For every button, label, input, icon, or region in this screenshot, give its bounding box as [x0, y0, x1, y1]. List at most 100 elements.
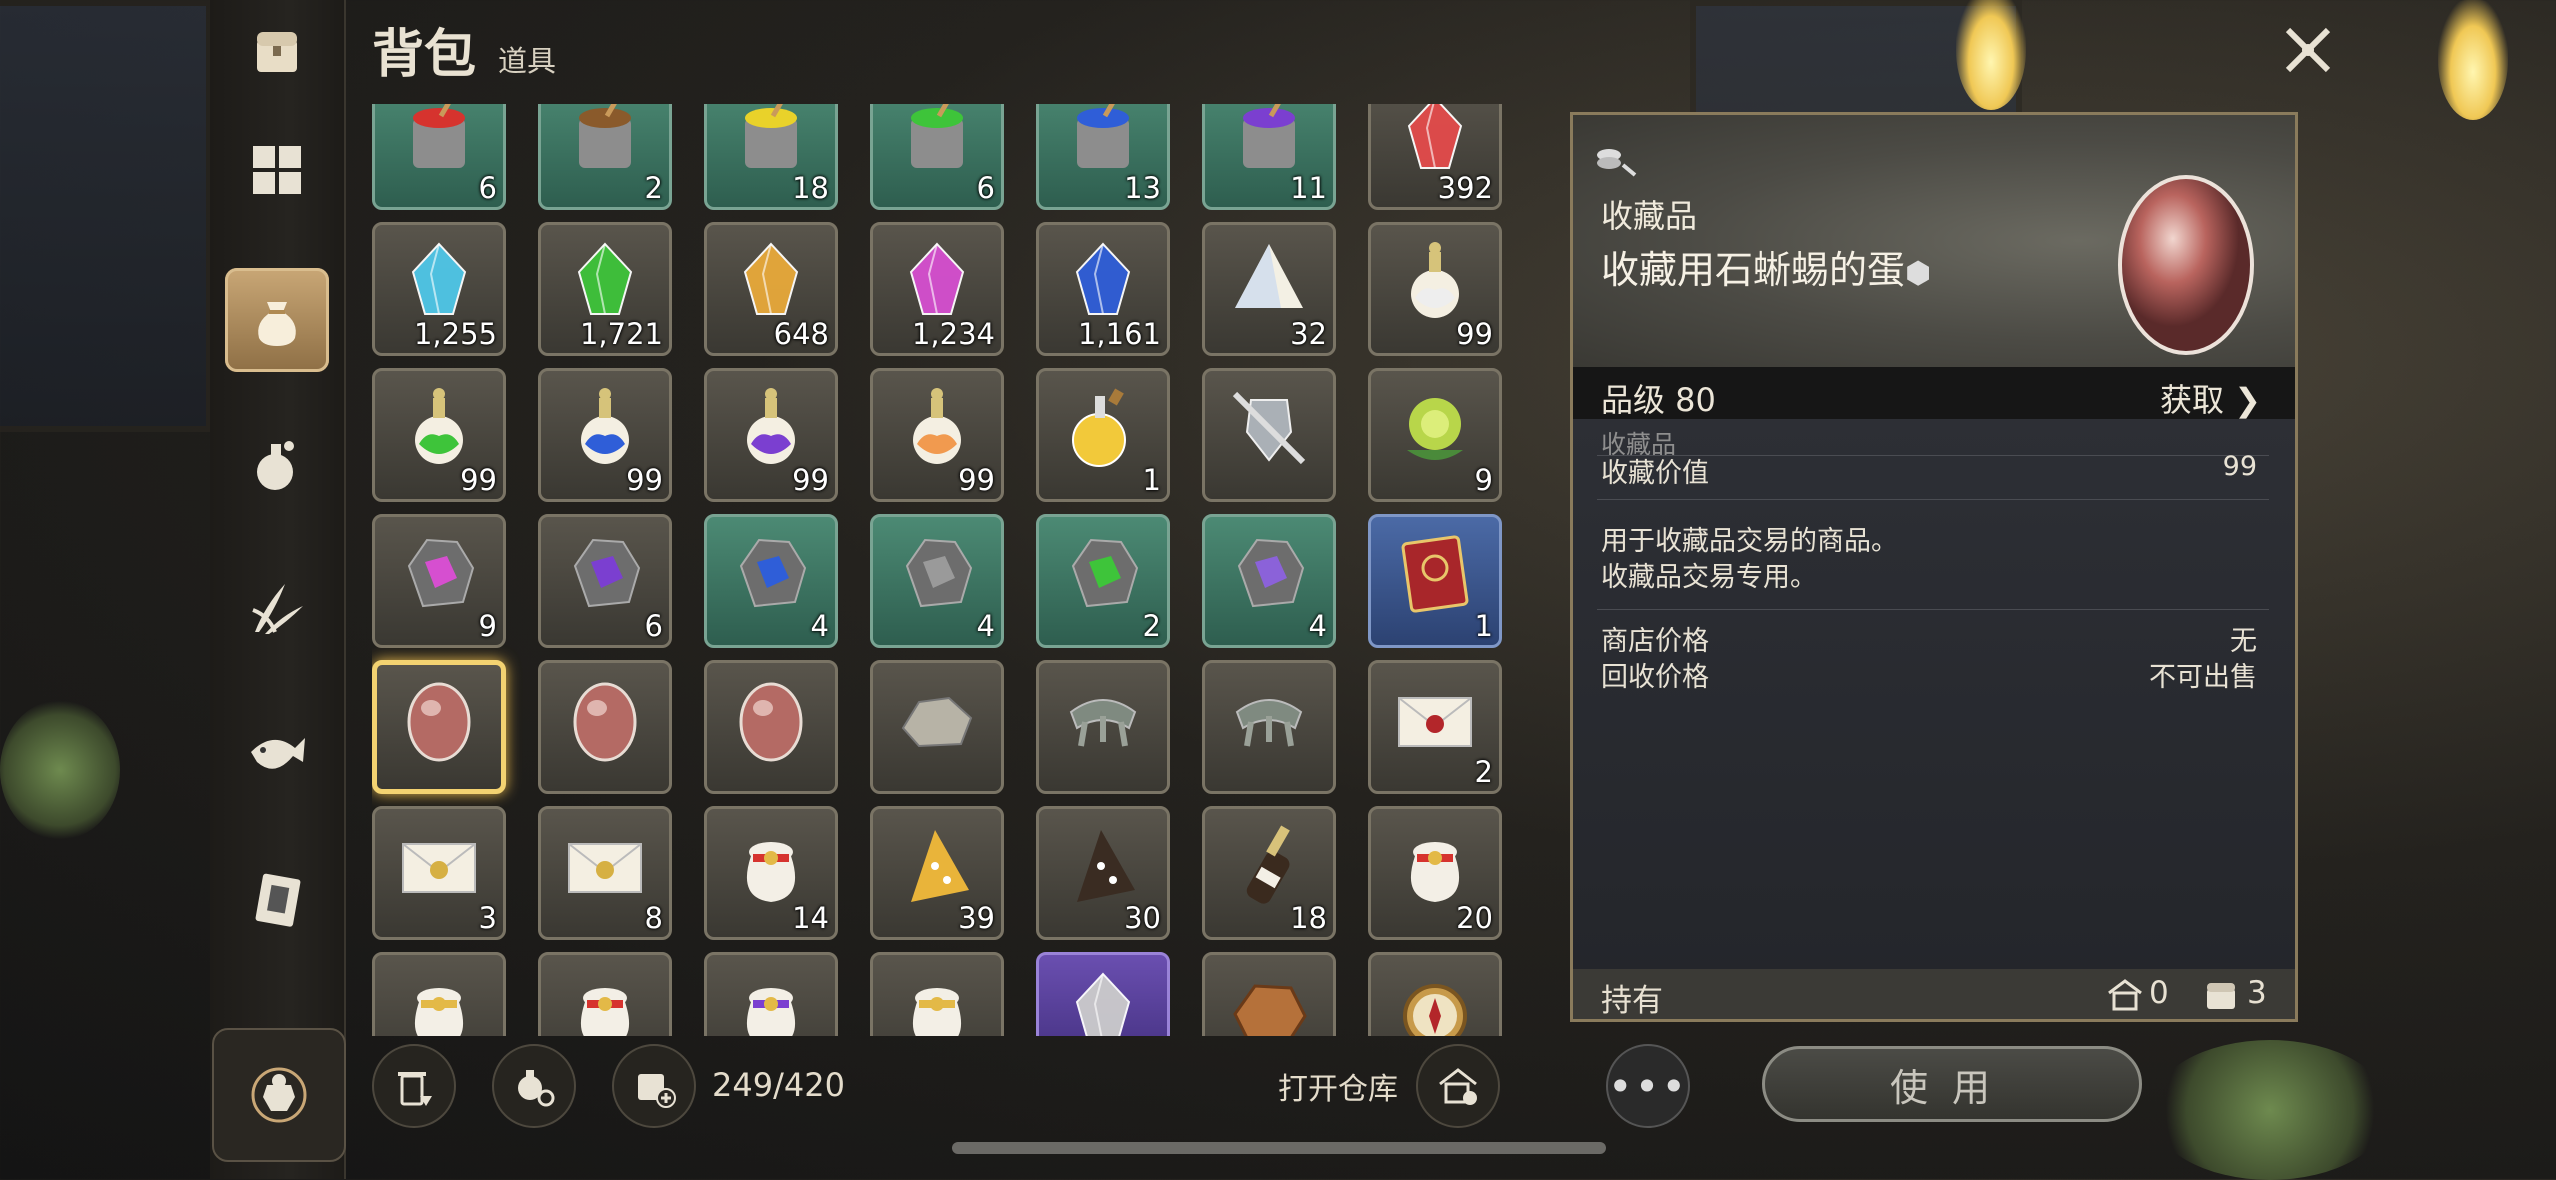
- inventory-slot[interactable]: [1202, 952, 1336, 1036]
- inventory-slot[interactable]: 2: [538, 104, 672, 210]
- inventory-slot[interactable]: [704, 952, 838, 1036]
- auto-use-button[interactable]: [492, 1044, 576, 1128]
- inventory-slot[interactable]: [1202, 368, 1336, 502]
- background-window-left: [0, 0, 212, 432]
- inventory-slot[interactable]: 392: [1368, 104, 1502, 210]
- bag-expand-icon: [638, 1074, 676, 1108]
- item-quantity: 9: [1474, 463, 1493, 497]
- close-icon[interactable]: [2278, 20, 2338, 80]
- page-subtitle-tab[interactable]: 道具: [498, 38, 556, 80]
- inventory-slot[interactable]: 4: [704, 514, 838, 648]
- inventory-slot[interactable]: 13: [1036, 104, 1170, 210]
- acquire-link[interactable]: 获取 ❯: [2160, 375, 2261, 421]
- item-name: 收藏用石蜥蜴的蛋⬢: [1601, 248, 1932, 292]
- inventory-slot[interactable]: [538, 952, 672, 1036]
- inventory-slot[interactable]: 6: [538, 514, 672, 648]
- hold-warehouse-count: 0: [2149, 975, 2169, 1011]
- inventory-slot[interactable]: 8: [538, 806, 672, 940]
- item-quantity: 30: [1124, 901, 1161, 935]
- nav-equipment-button[interactable]: [212, 1028, 346, 1162]
- inventory-slot[interactable]: [372, 952, 506, 1036]
- inventory-slot[interactable]: 6: [372, 104, 506, 210]
- inventory-slot[interactable]: 99: [538, 368, 672, 502]
- discard-button[interactable]: [372, 1044, 456, 1128]
- nav-fish-button[interactable]: [225, 702, 329, 806]
- inventory-slot[interactable]: [870, 952, 1004, 1036]
- nav-book-button[interactable]: [225, 848, 329, 952]
- inventory-slot[interactable]: 99: [372, 368, 506, 502]
- inventory-slot[interactable]: 6: [870, 104, 1004, 210]
- open-warehouse-label[interactable]: 打开仓库: [1278, 1064, 1398, 1108]
- item-detail-body: 收藏品 收藏价值 99 用于收藏品交易的商品。 收藏品交易专用。 商店价格 无 …: [1573, 419, 2295, 979]
- claw-relic-icon: [1055, 672, 1151, 772]
- item-quantity: 99: [460, 463, 497, 497]
- inventory-slot[interactable]: 20: [1368, 806, 1502, 940]
- inventory-slot[interactable]: [1368, 952, 1502, 1036]
- inventory-slot[interactable]: 30: [1036, 806, 1170, 940]
- gray-rock-icon: [889, 672, 985, 772]
- use-button[interactable]: 使用: [1762, 1046, 2142, 1122]
- nav-chest-button[interactable]: [225, 0, 329, 104]
- home-indicator[interactable]: [952, 1142, 1606, 1154]
- collect-value-row: 收藏价值 99: [1601, 451, 2257, 490]
- inventory-slot[interactable]: 18: [704, 104, 838, 210]
- inventory-slot[interactable]: 1: [1368, 514, 1502, 648]
- inventory-slot[interactable]: 11: [1202, 104, 1336, 210]
- item-quantity: 1,255: [413, 317, 497, 351]
- trash-icon: [398, 1072, 432, 1106]
- nav-grid-button[interactable]: [225, 118, 329, 222]
- item-quantity: 392: [1437, 171, 1493, 205]
- item-quantity: 9: [478, 609, 497, 643]
- inventory-slot[interactable]: [704, 660, 838, 794]
- inventory-slot[interactable]: 4: [1202, 514, 1336, 648]
- item-quantity: 1: [1142, 463, 1161, 497]
- item-quantity: 32: [1290, 317, 1327, 351]
- open-warehouse-button[interactable]: [1416, 1044, 1500, 1128]
- inventory-slot[interactable]: 1,234: [870, 222, 1004, 356]
- item-quantity: 6: [976, 171, 995, 205]
- stone-lizard-egg-icon: [557, 672, 653, 772]
- item-quantity: 99: [1456, 317, 1493, 351]
- inventory-slot[interactable]: [372, 660, 506, 794]
- inventory-slot[interactable]: 39: [870, 806, 1004, 940]
- inventory-slot[interactable]: [870, 660, 1004, 794]
- item-quantity: 99: [792, 463, 829, 497]
- inventory-slot[interactable]: 2: [1036, 514, 1170, 648]
- blue-ore-icon: [723, 526, 819, 626]
- inventory-slot[interactable]: 9: [372, 514, 506, 648]
- item-quantity: 4: [1308, 609, 1327, 643]
- inventory-slot[interactable]: [1202, 660, 1336, 794]
- nav-potion-button[interactable]: [225, 412, 329, 516]
- inventory-slot[interactable]: 4: [870, 514, 1004, 648]
- inventory-slot[interactable]: 1,255: [372, 222, 506, 356]
- inventory-slot[interactable]: [1036, 660, 1170, 794]
- inventory-grid[interactable]: 6 2 18 6 13 11 392 1,255 1,721 648 1,234 1,161 32 99 9…: [372, 104, 1508, 1036]
- inventory-slot[interactable]: 18: [1202, 806, 1336, 940]
- inventory-slot[interactable]: 648: [704, 222, 838, 356]
- more-options-button[interactable]: •••: [1606, 1044, 1690, 1128]
- inventory-slot[interactable]: 99: [704, 368, 838, 502]
- shop-price-row: 商店价格 无: [1601, 619, 2257, 658]
- inventory-slot[interactable]: 99: [870, 368, 1004, 502]
- stone-lizard-egg-icon: [391, 672, 487, 772]
- inventory-slot[interactable]: 1,721: [538, 222, 672, 356]
- expand-bag-button[interactable]: [612, 1044, 696, 1128]
- violet-ore-icon: [1221, 526, 1317, 626]
- inventory-slot[interactable]: 32: [1202, 222, 1336, 356]
- inventory-slot[interactable]: 3: [372, 806, 506, 940]
- item-quantity: 4: [810, 609, 829, 643]
- background-lamp: [2438, 0, 2508, 120]
- nav-bag-button[interactable]: [225, 268, 329, 372]
- inventory-slot[interactable]: 1,161: [1036, 222, 1170, 356]
- collect-value-label: 收藏价值: [1601, 458, 1709, 489]
- nav-herb-button[interactable]: [225, 556, 329, 660]
- inventory-slot[interactable]: 14: [704, 806, 838, 940]
- inventory-slot[interactable]: 2: [1368, 660, 1502, 794]
- item-description-line-2: 收藏品交易专用。: [1601, 562, 1817, 593]
- red-paint-bucket-icon: [391, 104, 487, 188]
- inventory-slot[interactable]: [538, 660, 672, 794]
- inventory-slot[interactable]: [1036, 952, 1170, 1036]
- inventory-slot[interactable]: 99: [1368, 222, 1502, 356]
- inventory-slot[interactable]: 9: [1368, 368, 1502, 502]
- inventory-slot[interactable]: 1: [1036, 368, 1170, 502]
